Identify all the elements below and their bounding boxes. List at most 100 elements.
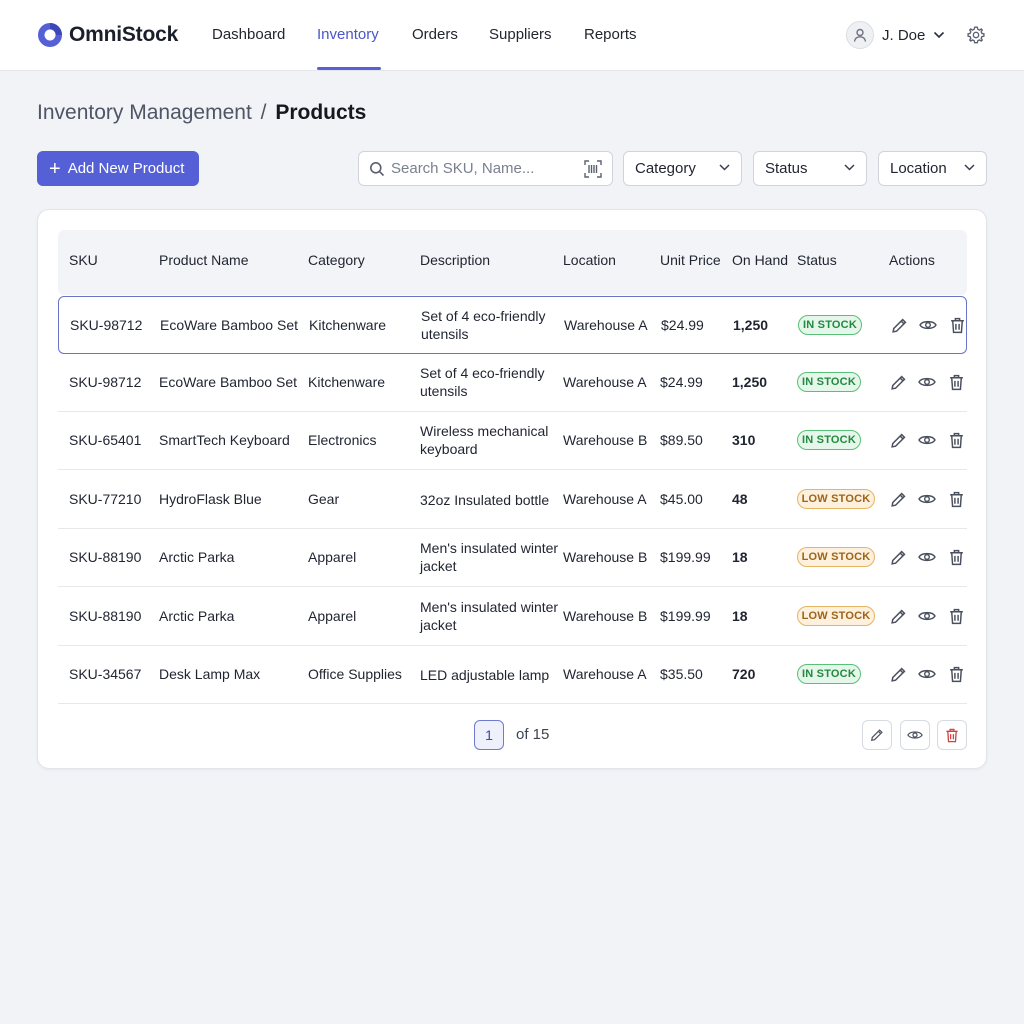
cell-location: Warehouse A xyxy=(563,491,647,507)
delete-row-button[interactable] xyxy=(947,431,965,449)
cell-unit-price: $35.50 xyxy=(660,666,703,682)
view-row-button[interactable] xyxy=(918,548,936,566)
cell-description: Men's insulated winter jacket xyxy=(420,599,559,633)
avatar xyxy=(846,21,874,49)
cell-category: Office Supplies xyxy=(308,666,402,682)
view-row-button[interactable] xyxy=(918,607,936,625)
table-row[interactable]: SKU-34567 Desk Lamp Max Office Supplies LED… xyxy=(58,646,967,704)
eye-icon xyxy=(918,377,936,387)
table-row[interactable]: SKU-88190 Arctic Parka Apparel Men's insula… xyxy=(58,588,967,646)
trash-icon xyxy=(949,549,963,565)
pencil-icon xyxy=(890,432,906,448)
cell-sku: SKU-65401 xyxy=(69,432,142,448)
breadcrumb-section[interactable]: Inventory Management xyxy=(37,101,252,124)
column-header-unit-price[interactable]: Unit Price xyxy=(660,252,721,268)
location-filter[interactable]: Location xyxy=(878,151,987,186)
status-badge: IN STOCK xyxy=(797,430,861,450)
cell-description: Wireless mechanical keyboard xyxy=(420,423,549,457)
delete-row-button[interactable] xyxy=(947,665,965,683)
user-menu[interactable]: J. Doe xyxy=(846,21,945,49)
bulk-view-button[interactable] xyxy=(900,720,930,750)
column-header-location[interactable]: Location xyxy=(563,252,616,268)
edit-row-button[interactable] xyxy=(889,607,907,625)
table-row[interactable]: SKU-88190 Arctic Parka Apparel Men's insula… xyxy=(58,529,967,587)
edit-row-button[interactable] xyxy=(889,548,907,566)
gear-icon[interactable] xyxy=(966,25,986,45)
edit-row-button[interactable] xyxy=(889,490,907,508)
delete-row-button[interactable] xyxy=(947,373,965,391)
nav-dashboard[interactable]: Dashboard xyxy=(212,26,285,43)
table-row[interactable]: SKU-77210 HydroFlask Blue Gear 32oz Insulat… xyxy=(58,471,967,529)
cell-category: Apparel xyxy=(308,608,357,624)
delete-row-button[interactable] xyxy=(947,607,965,625)
user-icon xyxy=(853,28,867,42)
column-header-status[interactable]: Status xyxy=(797,252,837,268)
cell-location: Warehouse A xyxy=(564,317,648,333)
breadcrumb-separator: / xyxy=(260,101,267,124)
chevron-down-icon xyxy=(964,164,975,171)
nav-reports[interactable]: Reports xyxy=(584,26,637,43)
cell-description: LED adjustable lamp xyxy=(420,667,550,683)
cell-sku: SKU-98712 xyxy=(69,374,142,390)
app-logo[interactable]: OmniStock xyxy=(37,22,178,48)
table-row[interactable]: SKU-98712 EcoWare Bamboo Set Kitchenware Se… xyxy=(58,296,967,354)
edit-row-button[interactable] xyxy=(889,373,907,391)
cell-product-name[interactable]: Arctic Parka xyxy=(159,608,234,624)
trash-icon xyxy=(949,608,963,624)
column-header-on-hand[interactable]: On Hand xyxy=(732,252,788,268)
cell-product-name[interactable]: EcoWare Bamboo Set xyxy=(159,374,297,390)
bulk-delete-button[interactable] xyxy=(937,720,967,750)
plus-icon: + xyxy=(49,157,61,180)
delete-row-button[interactable] xyxy=(948,316,966,334)
cell-product-name[interactable]: EcoWare Bamboo Set xyxy=(160,317,298,333)
status-badge: IN STOCK xyxy=(798,315,862,335)
table-row[interactable]: SKU-98712 EcoWare Bamboo Set Kitchenware Se… xyxy=(58,354,967,412)
current-page-button[interactable]: 1 xyxy=(474,720,504,750)
cell-location: Warehouse B xyxy=(563,549,648,565)
category-filter[interactable]: Category xyxy=(623,151,742,186)
eye-icon xyxy=(918,494,936,504)
bulk-edit-button[interactable] xyxy=(862,720,892,750)
column-header-sku[interactable]: SKU xyxy=(69,252,98,268)
search-input[interactable] xyxy=(391,160,576,177)
delete-row-button[interactable] xyxy=(947,490,965,508)
column-header-product-name[interactable]: Product Name xyxy=(159,252,248,268)
delete-row-button[interactable] xyxy=(947,548,965,566)
view-row-button[interactable] xyxy=(919,316,937,334)
column-header-category[interactable]: Category xyxy=(308,252,365,268)
pencil-icon xyxy=(890,549,906,565)
status-filter-label: Status xyxy=(765,160,808,177)
cell-product-name[interactable]: HydroFlask Blue xyxy=(159,491,262,507)
add-new-product-button[interactable]: + Add New Product xyxy=(37,151,199,186)
barcode-scan-icon[interactable] xyxy=(584,160,602,178)
cell-category: Gear xyxy=(308,491,340,507)
cell-product-name[interactable]: Arctic Parka xyxy=(159,549,234,565)
view-row-button[interactable] xyxy=(918,490,936,508)
view-row-button[interactable] xyxy=(918,665,936,683)
cell-description: Men's insulated winter jacket xyxy=(420,540,559,574)
edit-row-button[interactable] xyxy=(889,431,907,449)
add-new-product-label: Add New Product xyxy=(67,160,185,177)
nav-inventory[interactable]: Inventory xyxy=(317,26,379,43)
nav-suppliers[interactable]: Suppliers xyxy=(489,26,552,43)
trash-icon xyxy=(949,432,963,448)
view-row-button[interactable] xyxy=(918,373,936,391)
status-filter[interactable]: Status xyxy=(753,151,867,186)
cell-on-hand: 310 xyxy=(732,432,756,448)
column-header-description[interactable]: Description xyxy=(420,252,490,268)
nav-orders[interactable]: Orders xyxy=(412,26,458,43)
pencil-icon xyxy=(890,491,906,507)
cell-product-name[interactable]: SmartTech Keyboard xyxy=(159,432,290,448)
status-badge: IN STOCK xyxy=(797,664,861,684)
pencil-icon xyxy=(890,374,906,390)
status-badge: LOW STOCK xyxy=(797,489,875,509)
edit-row-button[interactable] xyxy=(889,665,907,683)
view-row-button[interactable] xyxy=(918,431,936,449)
cell-description: Set of 4 eco-friendly utensils xyxy=(421,308,546,342)
chevron-down-icon xyxy=(719,164,730,171)
cell-product-name[interactable]: Desk Lamp Max xyxy=(159,666,260,682)
products-table-card: SKU Product Name Category Description Lo… xyxy=(37,209,987,769)
table-row[interactable]: SKU-65401 SmartTech Keyboard Electronics Wi… xyxy=(58,412,967,470)
edit-row-button[interactable] xyxy=(890,316,908,334)
status-badge: LOW STOCK xyxy=(797,606,875,626)
